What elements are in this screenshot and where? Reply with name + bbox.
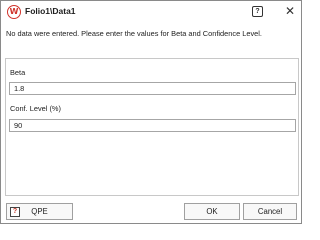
dialog-window: W Folio1\Data1 ? ✕ No data were entered.… [0,0,302,224]
qpe-button[interactable]: ? QPE [6,203,73,220]
help-icon[interactable]: ? [252,6,263,17]
conf-level-label: Conf. Level (%) [10,104,61,113]
close-icon[interactable]: ✕ [283,4,297,18]
ok-button[interactable]: OK [184,203,240,220]
qpe-button-label: QPE [31,207,48,216]
conf-level-input[interactable]: 90 [9,119,296,132]
app-logo-icon: W [7,5,21,19]
title-bar[interactable]: W Folio1\Data1 ? ✕ [1,1,301,23]
cancel-button-label: Cancel [257,207,283,216]
beta-input[interactable]: 1.8 [9,82,296,95]
input-panel: Beta 1.8 Conf. Level (%) 90 [5,58,299,196]
window-title: Folio1\Data1 [25,6,76,16]
info-message: No data were entered. Please enter the v… [6,29,262,38]
beta-label: Beta [10,68,26,77]
cancel-button[interactable]: Cancel [243,203,297,220]
ok-button-label: OK [206,207,218,216]
